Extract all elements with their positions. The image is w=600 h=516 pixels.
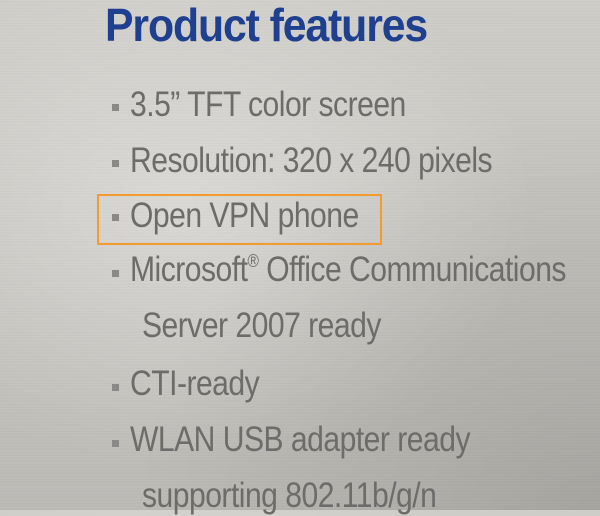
feature-ocs-rest: Office Communications [258,250,566,289]
feature-ocs-line1: Microsoft® Office Communications [130,250,566,290]
bullet-1 [112,104,119,111]
feature-ocs-brand: Microsoft [130,250,248,289]
bullet-5 [112,384,119,391]
bullet-2 [112,160,119,167]
feature-wlan-line2: supporting 802.11b/g/n [142,476,437,515]
feature-ocs-line2: Server 2007 ready [142,306,381,345]
feature-cti: CTI-ready [130,364,260,403]
bullet-6 [112,440,119,447]
bullet-3 [112,214,119,221]
feature-resolution: Resolution: 320 x 240 pixels [130,141,493,180]
section-title: Product features [105,0,428,51]
feature-screen: 3.5” TFT color screen [130,85,406,124]
registered-mark: ® [247,251,259,271]
feature-vpn: Open VPN phone [130,196,359,235]
feature-wlan-line1: WLAN USB adapter ready [130,420,470,459]
bullet-4 [112,270,119,277]
